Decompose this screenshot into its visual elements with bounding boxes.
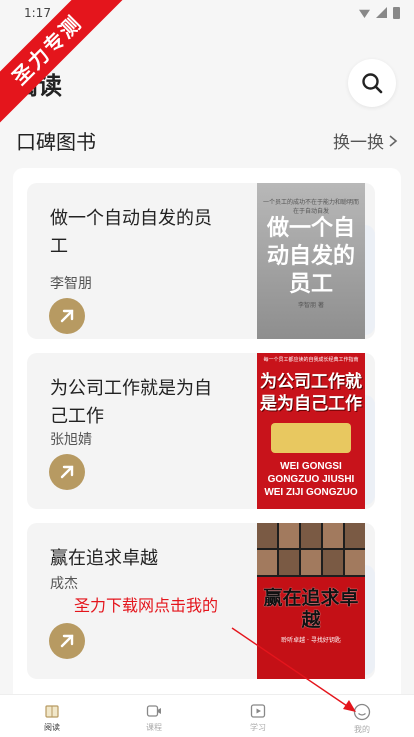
book-card[interactable]: 为公司工作就是为自己工作 张旭婧 每一个员工都应读的自我成长经典工作指南 为公司… — [27, 353, 375, 509]
tab-label: 课程 — [146, 723, 162, 732]
open-book-button[interactable] — [49, 623, 85, 659]
book-title: 做一个自动自发的员工 — [50, 208, 212, 257]
cover-title: 为公司工作就是为自己工作 — [260, 372, 362, 414]
play-icon — [250, 704, 266, 718]
bottom-tab-bar: 阅读 课程 学习 我的 — [0, 694, 414, 737]
arrow-up-right-icon — [60, 309, 74, 323]
open-book-button[interactable] — [49, 298, 85, 334]
book-cover: 赢在追求卓越 聆听卓越 · 寻找好钥匙 — [257, 523, 365, 679]
arrow-up-right-icon — [60, 465, 74, 479]
arrow-up-right-icon — [60, 634, 74, 648]
cover-title: 赢在追求卓越 — [263, 587, 359, 631]
book-author: 成杰 — [50, 576, 78, 592]
cover-title: 做一个自动自发的员工 — [266, 216, 355, 297]
cover-portraits — [257, 523, 365, 575]
chevron-right-icon — [389, 134, 398, 147]
tab-study[interactable]: 学习 — [228, 703, 288, 733]
refresh-button[interactable]: 换一换 — [333, 128, 398, 153]
book-cover: 一个员工的成功不在于能力和聪明而在于自动自发 做一个自动自发的员工 李智朋 著 — [257, 183, 365, 339]
tab-reading[interactable]: 阅读 — [22, 703, 82, 733]
book-cover: 每一个员工都应读的自我成长经典工作指南 为公司工作就是为自己工作 WEI GON… — [257, 353, 365, 509]
tab-label: 学习 — [250, 723, 266, 732]
tab-label: 阅读 — [44, 723, 60, 732]
refresh-label: 换一换 — [333, 133, 384, 153]
search-icon — [362, 73, 383, 94]
cover-tagline: 每一个员工都应读的自我成长经典工作指南 — [263, 357, 359, 363]
wifi-icon — [359, 9, 370, 18]
signal-icon — [376, 7, 387, 18]
cover-tagline: 一个员工的成功不在于能力和聪明而在于自动自发 — [263, 199, 360, 215]
open-book-button[interactable] — [49, 454, 85, 490]
tab-label: 我的 — [354, 725, 370, 734]
status-time: 1:17 — [24, 6, 51, 20]
section-title: 口碑图书 — [16, 130, 96, 154]
book-title: 为公司工作就是为自己工作 — [50, 378, 212, 427]
cover-pinyin: WEI GONGSI GONGZUO JIUSHI WEI ZIJI GONGZ… — [264, 461, 358, 498]
promo-annotation: 圣力下载网点击我的 — [74, 596, 219, 615]
cover-badge — [271, 423, 351, 453]
system-icons — [359, 7, 400, 19]
cover-tagline: 聆听卓越 · 寻找好钥匙 — [281, 637, 341, 644]
book-title: 赢在追求卓越 — [50, 548, 158, 569]
battery-icon — [393, 7, 400, 19]
book-author: 张旭婧 — [50, 432, 92, 448]
book-list: 做一个自动自发的员工 李智朋 一个员工的成功不在于能力和聪明而在于自动自发 做一… — [13, 168, 401, 713]
book-author: 李智朋 — [50, 276, 92, 292]
video-icon — [146, 705, 161, 717]
tab-profile[interactable]: 我的 — [332, 703, 392, 735]
book-card[interactable]: 做一个自动自发的员工 李智朋 一个员工的成功不在于能力和聪明而在于自动自发 做一… — [27, 183, 375, 339]
book-icon — [45, 705, 59, 718]
search-button[interactable] — [348, 59, 396, 107]
cover-author: 李智朋 著 — [298, 302, 324, 309]
tab-courses[interactable]: 课程 — [124, 703, 184, 733]
profile-icon — [353, 703, 371, 721]
